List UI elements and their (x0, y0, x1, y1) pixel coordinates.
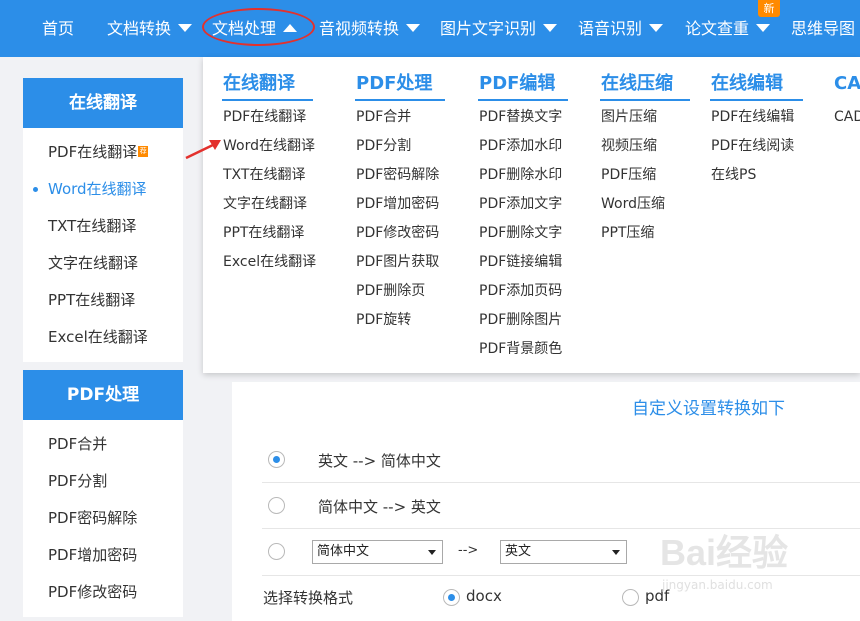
radio-format-pdf[interactable] (622, 589, 639, 606)
menu-item-pdf-online-read[interactable]: PDF在线阅读 (710, 132, 803, 161)
annotation-highlight-oval (202, 8, 315, 46)
dropdown-column-translate: 在线翻译 PDF在线翻译 Word在线翻译 TXT在线翻译 文字在线翻译 PPT… (222, 57, 316, 277)
sidebar-item-excel-translate[interactable]: Excel在线翻译 (23, 319, 183, 356)
sidebar-panel-title: PDF处理 (23, 370, 183, 420)
format-label: 选择转换格式 (263, 589, 354, 607)
sidebar-item-pdf-unlock[interactable]: PDF密码解除 (23, 500, 183, 537)
nav-item-home[interactable]: 首页 (42, 0, 74, 57)
menu-item-ppt-compress[interactable]: PPT压缩 (600, 219, 690, 248)
chevron-down-icon (612, 550, 620, 555)
option-label: 英文 --> 简体中文 (318, 452, 441, 470)
sidebar-item-pdf-change-password[interactable]: PDF修改密码 (23, 574, 183, 611)
sidebar-item-txt-translate[interactable]: TXT在线翻译 (23, 208, 183, 245)
menu-item-pdf-background-color[interactable]: PDF背景颜色 (478, 335, 568, 364)
menu-item-cad[interactable]: CAD (833, 103, 860, 132)
menu-item-pdf-change-password[interactable]: PDF修改密码 (355, 219, 445, 248)
dropdown-column-compress: 在线压缩 图片压缩 视频压缩 PDF压缩 Word压缩 PPT压缩 (600, 57, 690, 248)
sidebar-list: PDF合并 PDF分割 PDF密码解除 PDF增加密码 PDF修改密码 (23, 420, 183, 617)
menu-item-excel-translate[interactable]: Excel在线翻译 (222, 248, 316, 277)
menu-item-pdf-delete-text[interactable]: PDF删除文字 (478, 219, 568, 248)
caret-down-icon (649, 24, 664, 32)
dropdown-column-title: 在线压缩 (600, 71, 690, 101)
menu-item-pdf-extract-images[interactable]: PDF图片获取 (355, 248, 445, 277)
dropdown-column-title: CA (834, 73, 860, 94)
menu-item-pdf-compress[interactable]: PDF压缩 (600, 161, 690, 190)
menu-item-online-ps[interactable]: 在线PS (710, 161, 803, 190)
radio-en-to-zh[interactable] (268, 451, 285, 468)
annotation-arrow-icon (185, 140, 221, 160)
caret-down-icon (756, 24, 771, 32)
custom-settings-title: 自定义设置转换如下 (632, 399, 785, 419)
menu-item-text-translate[interactable]: 文字在线翻译 (222, 190, 313, 219)
nav-item-speech[interactable]: 语音识别 (578, 0, 664, 57)
nav-item-av-convert[interactable]: 音视频转换 (319, 0, 421, 57)
radio-format-docx[interactable] (443, 589, 460, 606)
sidebar-panel-pdf: PDF处理 PDF合并 PDF分割 PDF密码解除 PDF增加密码 PDF修改密… (23, 370, 183, 617)
menu-item-pdf-remove-watermark[interactable]: PDF删除水印 (478, 161, 568, 190)
menu-item-video-compress[interactable]: 视频压缩 (600, 132, 690, 161)
sidebar-panel-title: 在线翻译 (23, 78, 183, 128)
doc-process-dropdown-menu: 在线翻译 PDF在线翻译 Word在线翻译 TXT在线翻译 文字在线翻译 PPT… (203, 57, 860, 373)
menu-item-word-translate[interactable]: Word在线翻译 (222, 132, 315, 161)
menu-item-image-compress[interactable]: 图片压缩 (600, 103, 690, 132)
dropdown-column-online-edit: 在线编辑 PDF在线编辑 PDF在线阅读 在线PS (710, 57, 803, 190)
sidebar-panel-translate: 在线翻译 PDF在线翻译荐 Word在线翻译 TXT在线翻译 文字在线翻译 PP… (23, 78, 183, 362)
dropdown-column-title: PDF处理 (355, 71, 445, 101)
new-badge: 新 (758, 0, 780, 17)
dropdown-column-title: 在线翻译 (222, 71, 313, 101)
menu-item-pdf-replace-text[interactable]: PDF替换文字 (478, 103, 568, 132)
sidebar-item-ppt-translate[interactable]: PPT在线翻译 (23, 282, 183, 319)
dropdown-column-title: PDF编辑 (478, 71, 568, 101)
menu-item-pdf-online-edit[interactable]: PDF在线编辑 (710, 103, 803, 132)
menu-item-pdf-delete-images[interactable]: PDF删除图片 (478, 306, 568, 335)
chevron-down-icon (428, 550, 436, 555)
radio-custom[interactable] (268, 543, 285, 560)
dropdown-column-cad: CA CAD (833, 57, 860, 132)
caret-down-icon (543, 24, 558, 32)
dropdown-column-title: 在线编辑 (710, 71, 803, 101)
menu-item-ppt-translate[interactable]: PPT在线翻译 (222, 219, 313, 248)
target-language-select[interactable]: 英文 (500, 540, 627, 564)
menu-item-pdf-split[interactable]: PDF分割 (355, 132, 445, 161)
radio-zh-to-en[interactable] (268, 497, 285, 514)
dropdown-column-pdf-edit: PDF编辑 PDF替换文字 PDF添加水印 PDF删除水印 PDF添加文字 PD… (478, 57, 568, 364)
direction-arrow: --> (458, 543, 479, 558)
menu-item-pdf-add-watermark[interactable]: PDF添加水印 (478, 132, 568, 161)
sidebar-item-word-translate[interactable]: Word在线翻译 (23, 171, 183, 208)
menu-item-pdf-delete-pages[interactable]: PDF删除页 (355, 277, 445, 306)
menu-item-pdf-merge[interactable]: PDF合并 (355, 103, 445, 132)
menu-item-pdf-add-page-numbers[interactable]: PDF添加页码 (478, 277, 568, 306)
menu-item-txt-translate[interactable]: TXT在线翻译 (222, 161, 313, 190)
sidebar-item-pdf-add-password[interactable]: PDF增加密码 (23, 537, 183, 574)
menu-item-word-compress[interactable]: Word压缩 (600, 190, 690, 219)
top-nav: 首页 文档转换 文档处理 音视频转换 图片文字识别 语音识别 论文查重 思维导图… (0, 0, 860, 57)
row-divider (262, 482, 860, 483)
sidebar-item-pdf-split[interactable]: PDF分割 (23, 463, 183, 500)
menu-item-pdf-add-password[interactable]: PDF增加密码 (355, 190, 445, 219)
option-label: 简体中文 --> 英文 (318, 498, 441, 516)
source-language-select[interactable]: 简体中文 (312, 540, 443, 564)
baidu-jingyan-watermark: Bai经验 jingyan.baidu.com (660, 532, 789, 592)
dropdown-column-pdf: PDF处理 PDF合并 PDF分割 PDF密码解除 PDF增加密码 PDF修改密… (355, 57, 445, 335)
caret-down-icon (178, 24, 193, 32)
menu-item-pdf-add-text[interactable]: PDF添加文字 (478, 190, 568, 219)
format-option-label: docx (466, 587, 502, 605)
sidebar-item-pdf-translate[interactable]: PDF在线翻译荐 (23, 134, 183, 171)
nav-item-mindmap[interactable]: 思维导图 (791, 0, 855, 57)
sidebar-list: PDF在线翻译荐 Word在线翻译 TXT在线翻译 文字在线翻译 PPT在线翻译… (23, 128, 183, 362)
sidebar-item-pdf-merge[interactable]: PDF合并 (23, 426, 183, 463)
nav-item-doc-convert[interactable]: 文档转换 (107, 0, 193, 57)
menu-item-pdf-translate[interactable]: PDF在线翻译 (222, 103, 313, 132)
menu-item-pdf-edit-links[interactable]: PDF链接编辑 (478, 248, 568, 277)
sidebar-item-text-translate[interactable]: 文字在线翻译 (23, 245, 183, 282)
nav-item-ocr[interactable]: 图片文字识别 (440, 0, 558, 57)
caret-down-icon (406, 24, 421, 32)
recommend-badge: 荐 (138, 146, 149, 157)
menu-item-pdf-rotate[interactable]: PDF旋转 (355, 306, 445, 335)
menu-item-pdf-unlock[interactable]: PDF密码解除 (355, 161, 445, 190)
